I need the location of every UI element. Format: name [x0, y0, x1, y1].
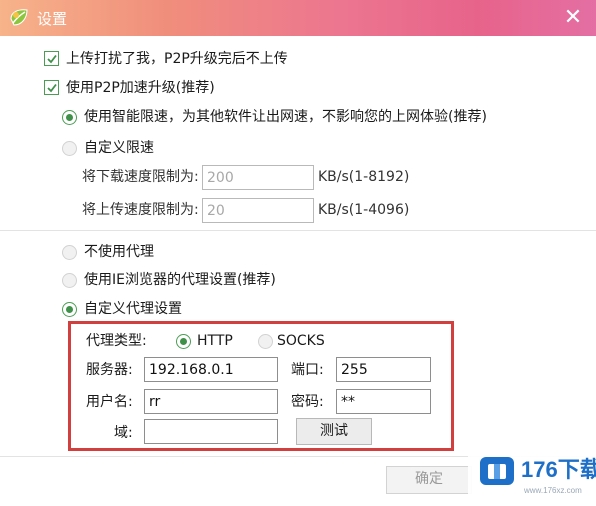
smart-limit-label: 使用智能限速，为其他软件让出网速，不影响您的上网体验(推荐) — [84, 109, 487, 125]
close-button[interactable]: ✕ — [560, 6, 586, 30]
proxy-type-socks-label: SOCKS — [277, 333, 325, 349]
title-bar — [0, 0, 596, 36]
watermark-logo-icon — [478, 453, 516, 489]
close-icon: ✕ — [563, 5, 583, 30]
upload-limit-input[interactable] — [202, 198, 314, 223]
proxy-type-http-label: HTTP — [197, 333, 233, 349]
password-input[interactable] — [336, 389, 431, 414]
server-input[interactable] — [144, 357, 278, 382]
upload-disturb-checkbox[interactable] — [44, 51, 59, 66]
port-label: 端口: — [291, 362, 324, 378]
server-label: 服务器: — [86, 362, 133, 378]
leaf-app-icon — [8, 7, 30, 29]
username-input[interactable] — [144, 389, 278, 414]
proxy-type-label: 代理类型: — [86, 333, 147, 349]
domain-input[interactable] — [144, 419, 278, 444]
custom-proxy-radio[interactable] — [62, 302, 77, 317]
ok-button[interactable]: 确定 — [386, 466, 472, 494]
custom-limit-label: 自定义限速 — [84, 140, 154, 156]
proxy-type-http-radio[interactable] — [176, 334, 191, 349]
watermark-subtext: www.176xz.com — [524, 486, 582, 495]
test-button[interactable]: 测试 — [296, 418, 372, 445]
upload-disturb-label: 上传打扰了我，P2P升级完后不上传 — [66, 51, 288, 67]
p2p-accelerate-checkbox[interactable] — [44, 80, 59, 95]
upload-limit-label: 将上传速度限制为: — [82, 202, 199, 218]
proxy-type-socks-radio[interactable] — [258, 334, 273, 349]
ie-proxy-radio[interactable] — [62, 273, 77, 288]
no-proxy-radio[interactable] — [62, 245, 77, 260]
port-input[interactable] — [336, 357, 431, 382]
p2p-accelerate-label: 使用P2P加速升级(推荐) — [66, 80, 215, 96]
upload-limit-unit: KB/s(1-4096) — [318, 202, 410, 218]
password-label: 密码: — [291, 394, 324, 410]
ie-proxy-label: 使用IE浏览器的代理设置(推荐) — [84, 272, 276, 288]
smart-limit-radio[interactable] — [62, 110, 77, 125]
section-divider — [0, 230, 596, 231]
checkmark-icon — [47, 83, 57, 93]
download-limit-label: 将下载速度限制为: — [82, 169, 199, 185]
no-proxy-label: 不使用代理 — [84, 244, 154, 260]
username-label: 用户名: — [86, 394, 133, 410]
checkmark-icon — [47, 54, 57, 64]
download-limit-input[interactable] — [202, 165, 314, 190]
window-title: 设置 — [37, 10, 68, 28]
download-limit-unit: KB/s(1-8192) — [318, 169, 410, 185]
custom-limit-radio[interactable] — [62, 141, 77, 156]
custom-proxy-label: 自定义代理设置 — [84, 301, 182, 317]
watermark-text: 176下载网 — [521, 457, 596, 482]
domain-label: 域: — [114, 425, 133, 441]
